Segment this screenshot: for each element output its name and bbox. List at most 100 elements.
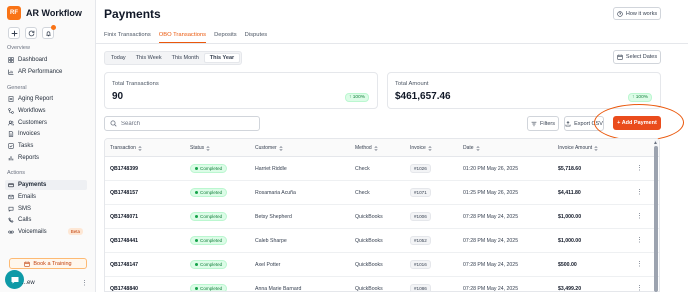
status-badge: Completed xyxy=(190,260,228,269)
column-header-invoice-amount[interactable]: Invoice Amount xyxy=(558,145,598,151)
sidebar-item-voicemails[interactable]: Voicemails Beta xyxy=(5,227,87,237)
notifications-button[interactable] xyxy=(42,25,56,39)
stat-label: Total Amount xyxy=(395,81,429,87)
help-icon xyxy=(617,10,623,17)
table-row[interactable]: QB1748157 Completed Rosamaria Acuña Chec… xyxy=(105,181,659,205)
range-this-year[interactable]: This Year xyxy=(203,53,241,63)
transaction-id[interactable]: QB1748157 xyxy=(110,190,138,196)
sidebar-item-reports[interactable]: Reports xyxy=(5,153,87,163)
stat-value: 90 xyxy=(112,91,124,102)
customer-name: Betsy Shepherd xyxy=(255,214,292,220)
payment-method: QuickBooks xyxy=(355,238,383,244)
search-input[interactable] xyxy=(121,120,251,127)
refresh-button[interactable] xyxy=(25,27,37,39)
sidebar-item-aging-report[interactable]: Aging Report xyxy=(5,94,87,104)
filter-icon xyxy=(531,121,537,126)
invoice-number[interactable]: #1086 xyxy=(410,284,431,291)
export-csv-button[interactable]: Export CSV xyxy=(564,116,604,131)
row-actions-icon[interactable]: ⋮ xyxy=(636,164,643,172)
table-scrollbar[interactable] xyxy=(654,140,658,292)
filters-label: Filters xyxy=(540,120,555,127)
brand-name: AR Workflow xyxy=(26,8,82,18)
row-actions-icon[interactable]: ⋮ xyxy=(636,212,643,220)
sidebar-item-invoices[interactable]: Invoices xyxy=(5,129,87,139)
tab-deposits[interactable]: Deposits xyxy=(214,31,237,43)
column-header-customer[interactable]: Customer xyxy=(255,145,283,151)
invoice-amount: $1,000.00 xyxy=(558,238,582,244)
sidebar-item-payments[interactable]: Payments xyxy=(5,180,87,190)
table-row[interactable]: QB1748071 Completed Betsy Shepherd Quick… xyxy=(105,205,659,229)
transaction-id[interactable]: QB1748840 xyxy=(110,286,138,291)
sidebar-item-emails[interactable]: Emails xyxy=(5,192,87,202)
sidebar-item-sms[interactable]: SMS xyxy=(5,204,87,214)
search-box xyxy=(104,116,260,131)
chart-icon xyxy=(8,69,14,75)
status-badge: Completed xyxy=(190,284,228,291)
sidebar-item-dashboard[interactable]: Dashboard xyxy=(5,55,87,65)
table-row[interactable]: QB1748441 Completed Caleb Sharpe QuickBo… xyxy=(105,229,659,253)
refresh-icon xyxy=(28,30,34,36)
column-header-method[interactable]: Method xyxy=(355,145,378,151)
tab-finix-transactions[interactable]: Finix Transactions xyxy=(104,31,151,43)
payment-tabs: Finix Transactions OBO Transactions Depo… xyxy=(104,31,267,43)
column-header-invoice[interactable]: Invoice xyxy=(410,145,432,151)
transaction-id[interactable]: QB1748071 xyxy=(110,214,138,220)
sidebar-item-workflows[interactable]: Workflows xyxy=(5,106,87,116)
export-csv-label: Export CSV xyxy=(574,120,603,127)
scrollbar-thumb[interactable] xyxy=(654,146,658,292)
beta-badge: Beta xyxy=(67,228,83,235)
tab-obo-transactions[interactable]: OBO Transactions xyxy=(158,31,207,43)
invoice-number[interactable]: #1026 xyxy=(410,164,431,173)
table-row[interactable]: QB1748840 Completed Anna Marie Barnard Q… xyxy=(105,277,659,292)
select-dates-button[interactable]: Select Dates xyxy=(613,50,661,64)
row-actions-icon[interactable]: ⋮ xyxy=(636,188,643,196)
transaction-id[interactable]: QB1748147 xyxy=(110,262,138,268)
add-button[interactable] xyxy=(8,27,20,39)
logo-icon: RF xyxy=(7,6,21,20)
column-header-date[interactable]: Date xyxy=(463,145,480,151)
sidebar-item-calls[interactable]: Calls xyxy=(5,215,87,225)
range-this-month[interactable]: This Month xyxy=(167,53,204,63)
sidebar-item-label: Invoices xyxy=(18,131,41,137)
row-actions-icon[interactable]: ⋮ xyxy=(636,260,643,268)
row-actions-icon[interactable]: ⋮ xyxy=(636,236,643,244)
payment-date: 07:28 PM May 24, 2025 xyxy=(463,214,519,220)
row-actions-icon[interactable]: ⋮ xyxy=(636,284,643,291)
table-row[interactable]: QB1748147 Completed Axel Potter QuickBoo… xyxy=(105,253,659,277)
sidebar-item-tasks[interactable]: Tasks xyxy=(5,141,87,151)
user-menu-icon[interactable]: ⋮ xyxy=(81,279,88,287)
tab-disputes[interactable]: Disputes xyxy=(245,31,268,43)
transaction-id[interactable]: QB1748399 xyxy=(110,166,138,172)
sort-icon xyxy=(374,145,378,151)
section-actions-label: Actions xyxy=(7,170,26,176)
column-header-transaction[interactable]: Transaction xyxy=(110,145,142,151)
scroll-up-icon[interactable]: ▲ xyxy=(653,140,658,146)
transaction-id[interactable]: QB1748441 xyxy=(110,238,138,244)
add-payment-button[interactable]: + Add Payment xyxy=(613,116,661,130)
range-this-week[interactable]: This Week xyxy=(131,53,167,63)
filters-button[interactable]: Filters xyxy=(527,116,559,131)
sort-icon xyxy=(476,145,480,151)
table-row[interactable]: QB1748399 Completed Harriet Riddle Check… xyxy=(105,157,659,181)
sidebar-item-ar-performance[interactable]: AR Performance xyxy=(5,67,87,77)
bell-icon xyxy=(45,30,51,36)
range-today[interactable]: Today xyxy=(106,53,131,63)
payments-icon xyxy=(8,182,14,188)
sidebar-item-label: Dashboard xyxy=(18,57,48,63)
sidebar-item-customers[interactable]: Customers xyxy=(5,118,87,128)
user-name[interactable]: ...ew xyxy=(22,280,35,286)
invoice-number[interactable]: #1006 xyxy=(410,212,431,221)
brand[interactable]: RF AR Workflow xyxy=(7,6,82,20)
total-amount-card: Total Amount $461,657.46 ↑ 100% xyxy=(387,72,661,109)
invoice-amount: $3,499.20 xyxy=(558,286,582,292)
payment-method: QuickBooks xyxy=(355,286,383,292)
how-it-works-button[interactable]: How it works xyxy=(613,7,661,20)
invoice-number[interactable]: #1016 xyxy=(410,260,431,269)
invoice-number[interactable]: #1071 xyxy=(410,188,431,197)
search-icon xyxy=(110,120,117,127)
add-payment-label: + Add Payment xyxy=(617,120,657,126)
plus-icon xyxy=(11,30,17,36)
book-training-button[interactable]: Book a Training xyxy=(9,258,87,269)
column-header-status[interactable]: Status xyxy=(190,145,210,151)
invoice-number[interactable]: #1052 xyxy=(410,236,431,245)
